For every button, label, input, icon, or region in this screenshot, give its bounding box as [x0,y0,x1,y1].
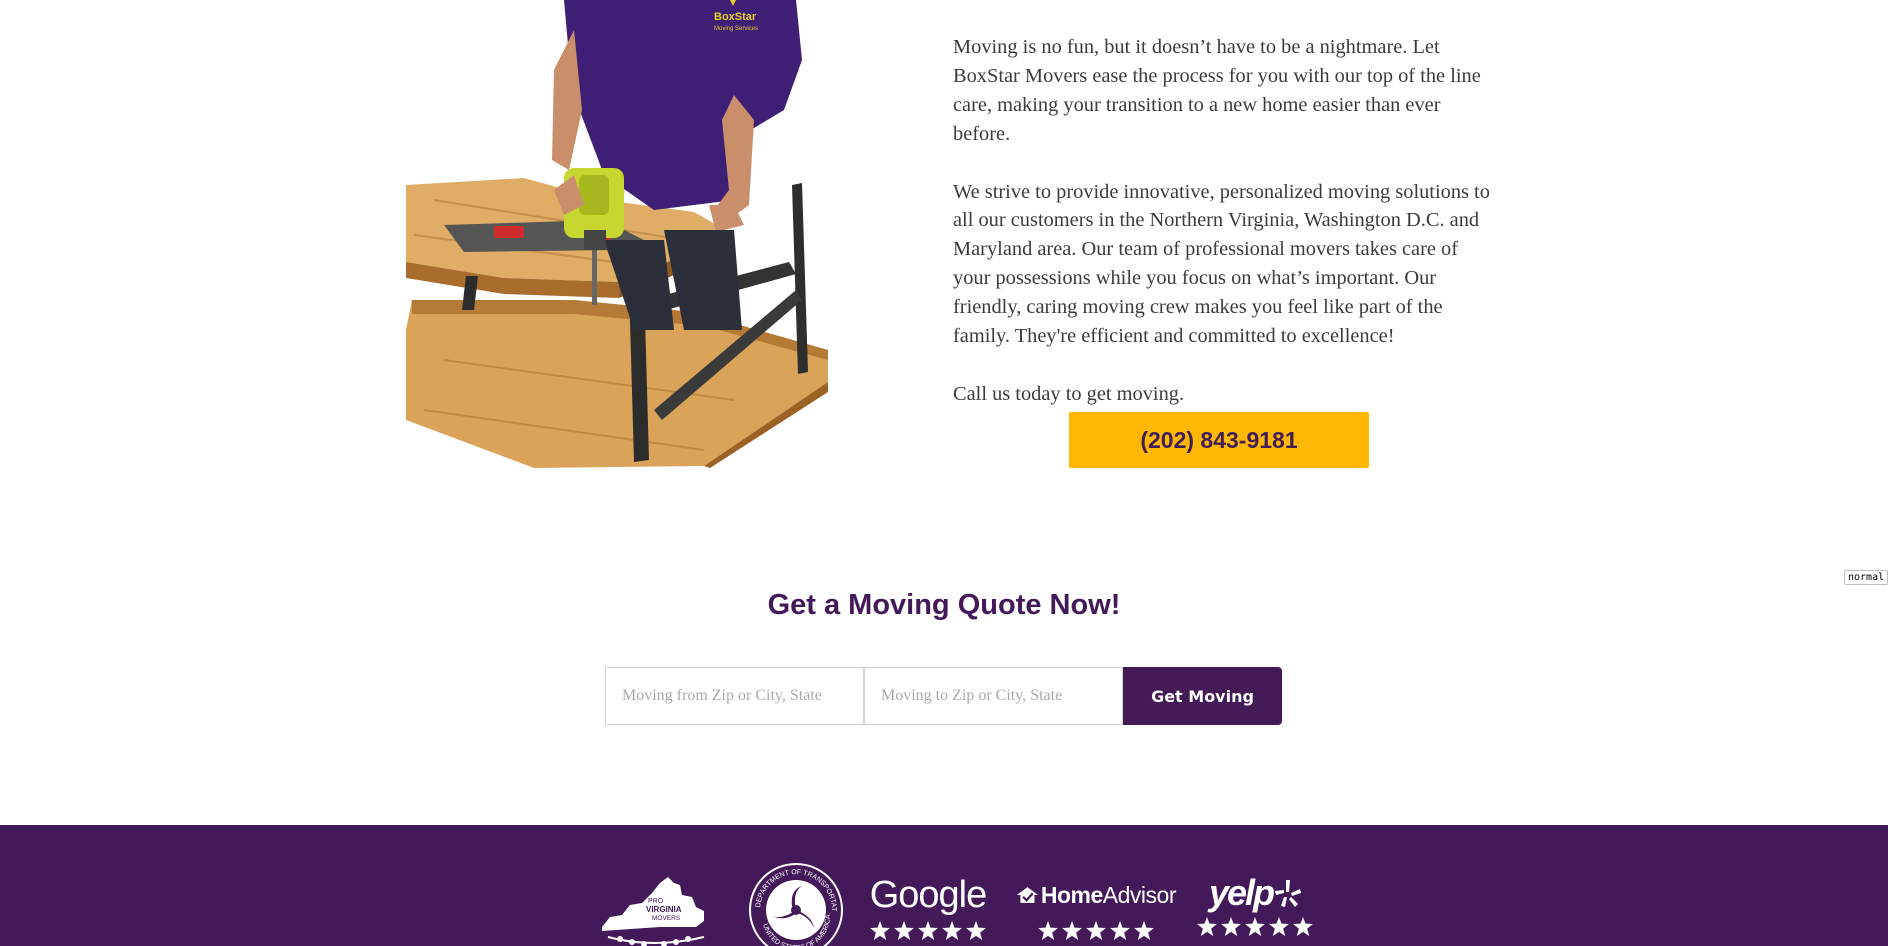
shirt-logo-text: BoxStar [714,11,757,23]
star-icon [1197,917,1217,936]
svg-text:PRO: PRO [648,898,664,905]
pro-virginia-movers-badge[interactable]: PRO VIRGINIA MOVERS [600,875,708,946]
homeadvisor-logo-bold: Home [1040,881,1103,908]
star-icon [918,921,938,940]
star-icon [1221,917,1241,936]
star-icon [1110,921,1130,940]
yelp-logo-text: yelp [1208,872,1275,913]
svg-text:MOVERS: MOVERS [652,915,681,922]
virginia-state-icon: PRO VIRGINIA MOVERS [602,877,705,946]
google-reviews-badge[interactable]: Google [866,875,990,945]
quote-section-title: Get a Moving Quote Now! [767,589,1121,621]
homeadvisor-star-rating [1016,921,1176,940]
house-icon [1016,887,1039,903]
dot-seal-badge[interactable]: DEPARTMENT OF TRANSPORTATION UNITED STAT… [745,857,844,946]
get-moving-button[interactable]: Get Moving [1123,667,1282,725]
moving-to-input[interactable] [864,667,1123,725]
yelp-logo: yelp [1196,871,1314,915]
yelp-reviews-badge[interactable]: yelp [1196,871,1314,945]
trust-badges-footer: PRO VIRGINIA MOVERS DEPARTMENT OF TRANSP… [0,825,1888,946]
svg-text:VIRGINIA: VIRGINIA [646,905,682,914]
google-star-rating [866,921,990,940]
yelp-star-rating [1196,917,1314,936]
homeadvisor-logo: Home Advisor [1016,875,1177,915]
call-phone-button[interactable]: (202) 843-9181 [1069,412,1369,468]
mover-assembling-table-image: BoxStar Moving Services [404,0,830,468]
star-icon [1134,921,1154,940]
yelp-burst-icon [1275,880,1302,907]
intro-paragraph: Call us today to get moving. [953,382,1185,405]
quote-form: Get Moving [605,667,1282,725]
star-icon [894,921,914,940]
status-badge: normal [1844,570,1888,585]
intro-copy: Moving is no fun, but it doesn’t have to… [953,33,1493,438]
star-icon [1038,921,1058,940]
star-icon [966,921,986,940]
google-logo-text: Google [869,874,988,916]
star-icon [1245,917,1265,936]
star-icon [1086,921,1106,940]
dot-triskelion-icon: DEPARTMENT OF TRANSPORTATION UNITED STAT… [745,857,843,946]
star-icon [1269,917,1289,936]
moving-from-input[interactable] [605,667,864,725]
star-icon [870,921,890,940]
intro-paragraph: Moving is no fun, but it doesn’t have to… [953,36,1481,145]
intro-paragraph: We strive to provide innovative, persona… [953,180,1490,348]
star-icon [942,921,962,940]
shirt-logo-subtext: Moving Services [714,26,758,32]
star-icon [1062,921,1082,940]
homeadvisor-reviews-badge[interactable]: Home Advisor [1016,875,1177,945]
homeadvisor-logo-regular: Advisor [1102,881,1177,908]
star-icon [1293,917,1313,936]
